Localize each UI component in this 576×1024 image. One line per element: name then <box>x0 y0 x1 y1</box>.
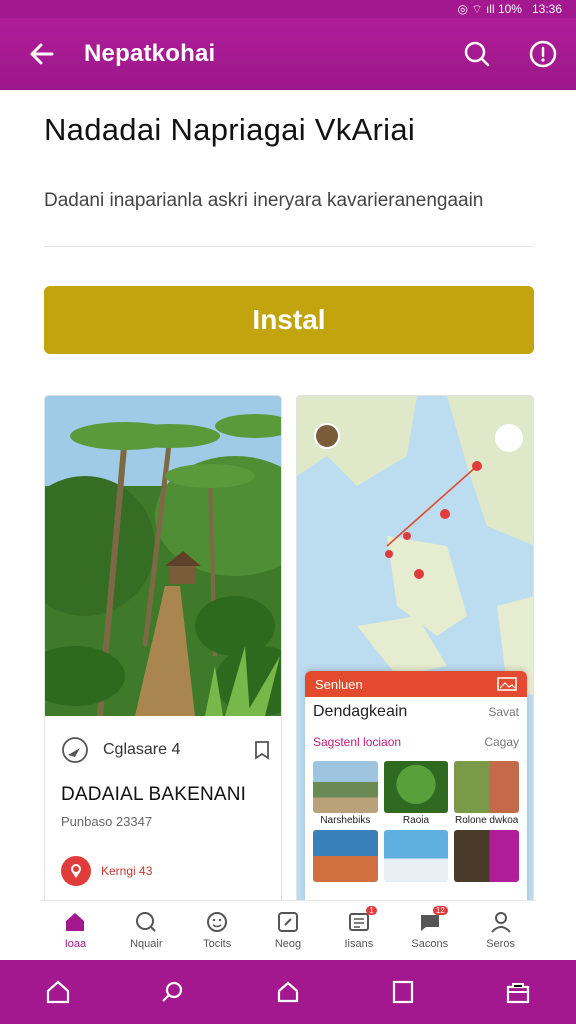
list-icon-wrap: 1 <box>347 905 377 934</box>
nav-search-button[interactable] <box>153 972 193 1012</box>
tab-label: Neog <box>274 937 302 950</box>
tab-badge: 1 <box>366 905 377 915</box>
sheet-accent-link[interactable]: Sagstenl lociaon <box>313 735 401 749</box>
sheet-title: Dendagkeain <box>313 703 408 720</box>
tab-label: Sacons <box>411 937 449 950</box>
bottom-sheet-panel: Senluen Dendagkeain Savat Sagstenl locia… <box>305 671 527 914</box>
divider <box>44 246 534 247</box>
nav-home-button[interactable] <box>38 972 78 1012</box>
thumbnail-item[interactable] <box>454 830 519 882</box>
sheet-accent-row: Sagstenl lociaon Cagay <box>305 727 527 757</box>
app-detail-content: Nadadai Napriagai VkAriai Dadani inapari… <box>0 90 576 960</box>
status-bar: ◎ ⌔ ıll 10% 13:36 <box>0 0 576 18</box>
nav-home-icon <box>46 980 69 1004</box>
tab-search[interactable]: Nquair <box>111 901 182 958</box>
thumbnail-item[interactable] <box>383 830 449 882</box>
status-time: 13:36 <box>531 2 562 16</box>
screenshot-card-map[interactable]: Senluen Dendagkeain Savat Sagstenl locia… <box>296 395 534 915</box>
tab-label: Tocits <box>203 937 232 950</box>
card-info-row: Cglasare 4 <box>61 736 271 764</box>
nav-square-icon <box>393 980 414 1004</box>
image-icon[interactable] <box>497 677 517 691</box>
search-icon <box>136 911 156 932</box>
thumbnail-caption: Narshebiks <box>320 815 371 826</box>
sheet-header: Senluen <box>305 671 527 697</box>
face-icon <box>207 911 228 932</box>
more-info-button[interactable] <box>510 18 576 90</box>
screenshot-card-jungle[interactable]: Cglasare 4 DADAIAL BAKENANI Punbaso 2334… <box>44 395 282 915</box>
thumbnail-item[interactable]: Narshebiks <box>313 761 378 826</box>
thumbnail-caption: Raoia <box>402 815 430 826</box>
search-icon <box>464 41 490 67</box>
tab-profile[interactable]: Seros <box>465 901 536 958</box>
pin-text: Kerngi 43 <box>101 864 153 878</box>
more-info-icon <box>529 40 557 68</box>
back-button[interactable] <box>0 18 84 90</box>
thumbnail-grid: Narshebiks Raoia Rolone dwkoa <box>305 757 527 886</box>
back-arrow-icon <box>30 43 54 65</box>
tab-label: Seros <box>486 937 515 950</box>
card-subtext: Punbaso 23347 <box>61 814 153 829</box>
tab-badge: 12 <box>432 905 448 915</box>
tab-lists[interactable]: 1 Iisans <box>323 901 394 958</box>
system-nav-bar <box>0 960 576 1024</box>
compass-icon <box>62 737 88 763</box>
sheet-title-row: Dendagkeain Savat <box>305 697 527 727</box>
home-icon <box>66 912 85 931</box>
app-bar: Nepatkohai <box>0 18 576 90</box>
bottom-tab-bar: Ioaa Nquair Tocits Neog 1 Iisans 12 Saco… <box>40 900 536 958</box>
chat-icon-wrap: 12 <box>418 905 448 934</box>
card-info-label: Cglasare 4 <box>103 741 181 758</box>
nav-square-button[interactable] <box>383 972 423 1012</box>
tab-edit[interactable]: Neog <box>253 901 324 958</box>
bookmark-icon[interactable] <box>253 740 271 760</box>
card-heading: DADAIAL BAKENANI <box>61 784 247 805</box>
tab-label: Ioaa <box>64 937 87 950</box>
tab-chats[interactable]: 12 Sacons <box>394 901 465 958</box>
thumbnail-item[interactable]: Rolone dwkoa <box>454 761 519 826</box>
nav-bag-icon <box>507 983 530 1004</box>
nav-bag-button[interactable] <box>498 972 538 1012</box>
app-bar-title: Nepatkohai <box>84 40 216 67</box>
jungle-screenshot-image <box>45 396 281 716</box>
map-pin-icon <box>71 864 81 878</box>
profile-icon <box>490 911 511 933</box>
tab-label: Nquair <box>130 937 163 950</box>
edit-icon <box>278 911 298 932</box>
status-indicators: ◎ ⌔ ıll 10% <box>457 1 522 16</box>
thumbnail-item[interactable] <box>313 830 378 882</box>
search-button[interactable] <box>444 18 510 90</box>
thumbnail-caption: Rolone dwkoa <box>454 815 519 826</box>
nav-house-icon <box>277 981 299 1003</box>
app-description: Dadani inaparianla askri ineryara kavari… <box>44 190 484 211</box>
sheet-meta-secondary: Cagay <box>484 735 519 749</box>
thumbnail-item[interactable]: Raoia <box>383 761 449 826</box>
tab-label: Iisans <box>344 937 374 950</box>
sheet-header-label: Senluen <box>315 676 363 692</box>
nav-search-icon <box>162 981 182 1002</box>
install-button[interactable]: Instal <box>44 286 534 354</box>
sheet-meta: Savat <box>488 705 519 719</box>
tab-home[interactable]: Ioaa <box>40 901 111 958</box>
nav-house-button[interactable] <box>268 972 308 1012</box>
tab-faces[interactable]: Tocits <box>182 901 253 958</box>
app-title: Nadadai Napriagai VkAriai <box>44 112 416 147</box>
location-pin-badge[interactable] <box>61 856 91 886</box>
